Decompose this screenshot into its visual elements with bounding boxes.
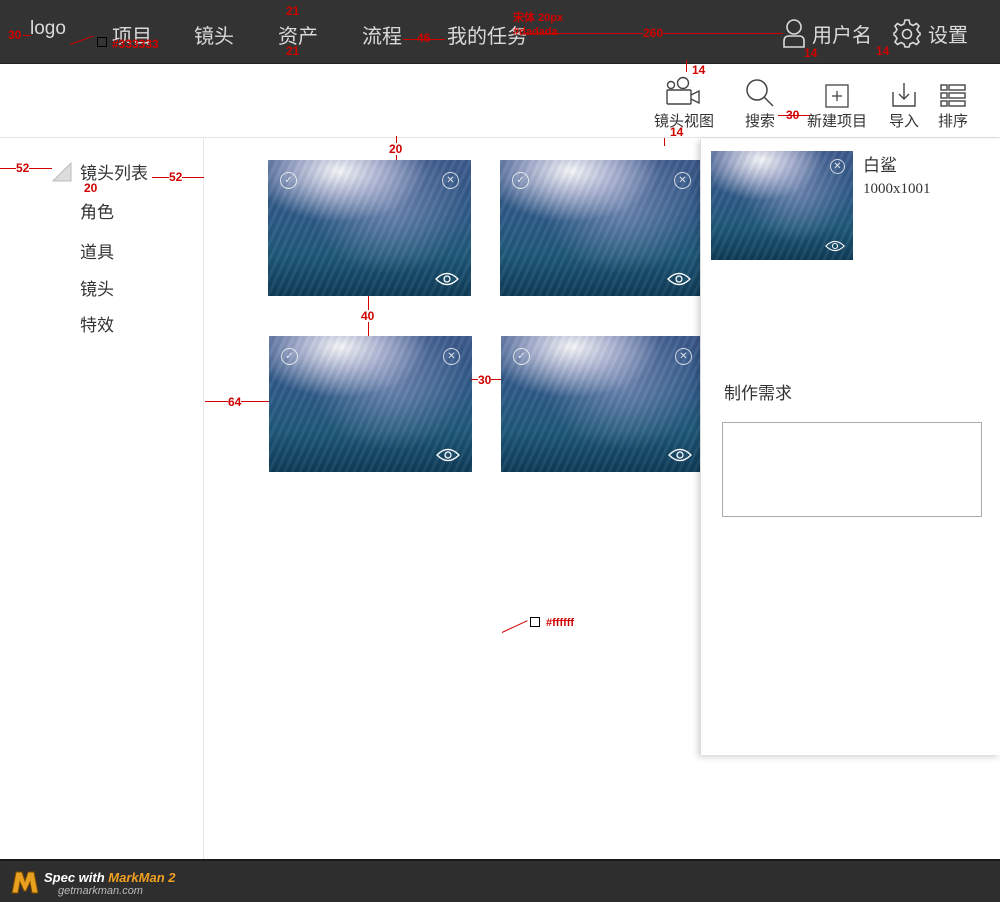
camera-view-button[interactable]: 镜头视图 — [654, 74, 714, 131]
annotation-logo-left: 30 — [8, 28, 22, 42]
nav-item-workflow[interactable]: 流程 — [362, 20, 402, 49]
sort-label: 排序 — [938, 112, 969, 130]
check-circle-icon[interactable]: ✓ — [280, 172, 297, 189]
eye-icon[interactable] — [435, 272, 459, 286]
sidebar-item-props[interactable]: 道具 — [80, 238, 114, 263]
logo[interactable]: logo — [30, 18, 66, 40]
asset-detail-panel: ✕ 白鲨 1000x1001 制作需求 — [700, 139, 1000, 755]
settings-label: 设置 — [928, 22, 968, 47]
annotation-nav-top: 21 — [286, 4, 300, 18]
color-swatch — [530, 617, 540, 627]
annotation-side-left: 52 — [16, 161, 30, 175]
triangle-expand-icon — [52, 161, 72, 181]
annotation-bg-color: #333333 — [112, 37, 159, 51]
sidebar-item-effects[interactable]: 特效 — [80, 311, 114, 336]
user-name: 用户名 — [812, 22, 872, 47]
new-project-label: 新建项目 — [807, 112, 868, 130]
annotation-icon-gap: 14 — [804, 46, 818, 60]
detail-thumbnail[interactable]: ✕ — [711, 151, 853, 260]
eye-icon[interactable] — [668, 448, 692, 462]
list-sort-icon — [940, 84, 966, 107]
nav-item-shots[interactable]: 镜头 — [194, 20, 234, 49]
shot-list-header[interactable]: 镜头列表 — [52, 159, 148, 184]
eye-icon[interactable] — [436, 448, 460, 462]
close-circle-icon[interactable]: ✕ — [830, 159, 845, 174]
import-icon — [892, 83, 916, 107]
check-circle-icon[interactable]: ✓ — [513, 348, 530, 365]
new-project-button[interactable]: 新建项目 — [807, 74, 867, 131]
camera-view-icon — [666, 76, 700, 105]
asset-thumbnail[interactable]: ✓ ✕ — [501, 336, 704, 472]
asset-name: 白鲨 — [863, 156, 897, 176]
close-circle-icon[interactable]: ✕ — [674, 172, 691, 189]
markman-url: getmarkman.com — [58, 885, 143, 897]
annotation-grid-left: 64 — [228, 395, 242, 409]
top-navigation-bar: logo 项目 镜头 资产 流程 我的任务 用户名 设置 — [0, 0, 1000, 64]
sidebar-item-characters[interactable]: 角色 — [80, 198, 114, 223]
markman-footer: Spec with MarkMan 2 getmarkman.com — [0, 859, 1000, 902]
annotation-grid-row-gap: 40 — [361, 309, 375, 323]
annotation-line — [778, 115, 810, 116]
asset-dimensions: 1000x1001 — [863, 181, 931, 197]
close-circle-icon[interactable]: ✕ — [442, 172, 459, 189]
annotation-nav-gap: 46 — [417, 31, 431, 45]
annotation-font-spec: 宋体 20px — [513, 12, 564, 24]
annotation-grid-col-gap: 30 — [478, 373, 492, 387]
sort-button[interactable]: 排序 — [938, 74, 968, 131]
camera-view-label: 镜头视图 — [654, 112, 715, 130]
annotation-side-spacing: 20 — [84, 181, 98, 195]
annotation-page-bg: #ffffff — [546, 617, 575, 629]
annotation-line — [686, 60, 687, 72]
eye-icon[interactable] — [825, 240, 845, 252]
asset-thumbnail[interactable]: ✓ ✕ — [268, 160, 471, 296]
shot-list-sidebar: 镜头列表 角色 道具 镜头 特效 — [0, 139, 204, 859]
annotation-icon-gap: 14 — [876, 44, 890, 58]
annotation-line — [501, 620, 528, 633]
annotation-line — [664, 138, 665, 146]
markman-logo-icon — [11, 871, 39, 894]
add-icon — [825, 84, 849, 108]
close-circle-icon[interactable]: ✕ — [443, 348, 460, 365]
requirement-label: 制作需求 — [724, 384, 792, 404]
import-label: 导入 — [889, 112, 920, 130]
gear-icon — [892, 18, 922, 48]
sidebar-item-shots[interactable]: 镜头 — [80, 275, 114, 300]
toolbar: 镜头视图 搜索 新建项目 导入 排序 — [0, 64, 1000, 138]
eye-icon[interactable] — [667, 272, 691, 286]
annotation-right-gap: 260 — [643, 26, 664, 40]
annotation-toolbar-top: 14 — [692, 63, 706, 77]
import-button[interactable]: 导入 — [889, 74, 919, 131]
search-button[interactable]: 搜索 — [745, 74, 775, 131]
annotation-toolbar-bottom: 14 — [670, 125, 684, 139]
requirement-textarea[interactable] — [722, 422, 982, 517]
annotation-grid-top: 20 — [389, 142, 403, 156]
color-swatch — [97, 37, 107, 47]
close-circle-icon[interactable]: ✕ — [675, 348, 692, 365]
asset-thumbnail[interactable]: ✓ ✕ — [500, 160, 703, 296]
markman-title: Spec with MarkMan 2 — [44, 870, 176, 885]
check-circle-icon[interactable]: ✓ — [512, 172, 529, 189]
asset-thumbnail[interactable]: ✓ ✕ — [269, 336, 472, 472]
user-menu[interactable]: 用户名 — [782, 18, 872, 48]
search-icon — [746, 79, 774, 107]
settings-menu[interactable]: 设置 — [892, 18, 968, 48]
search-label: 搜索 — [745, 112, 776, 130]
annotation-line — [23, 35, 31, 36]
user-icon — [782, 18, 806, 48]
check-circle-icon[interactable]: ✓ — [281, 348, 298, 365]
annotation-nav-bottom: 21 — [286, 44, 300, 58]
annotation-side-right: 52 — [169, 170, 183, 184]
